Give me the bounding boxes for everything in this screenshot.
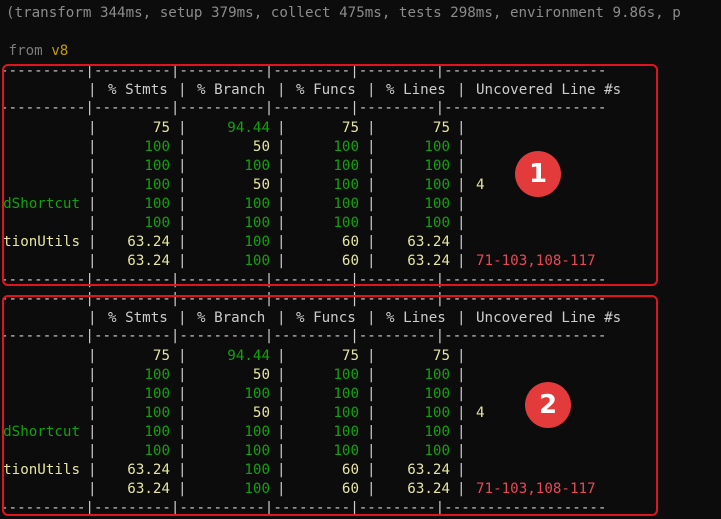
test-timing-summary: (transform 344ms, setup 379ms, collect 4… (6, 5, 681, 21)
terminal-window[interactable]: (transform 344ms, setup 379ms, collect 4… (0, 0, 721, 519)
coverage-provider-line: from v8 (0, 42, 69, 61)
coverage-provider: v8 (51, 43, 69, 59)
number-badge: 1 (515, 151, 561, 197)
coverage-prefix: from (0, 43, 52, 59)
number-badge: 2 (525, 382, 571, 428)
